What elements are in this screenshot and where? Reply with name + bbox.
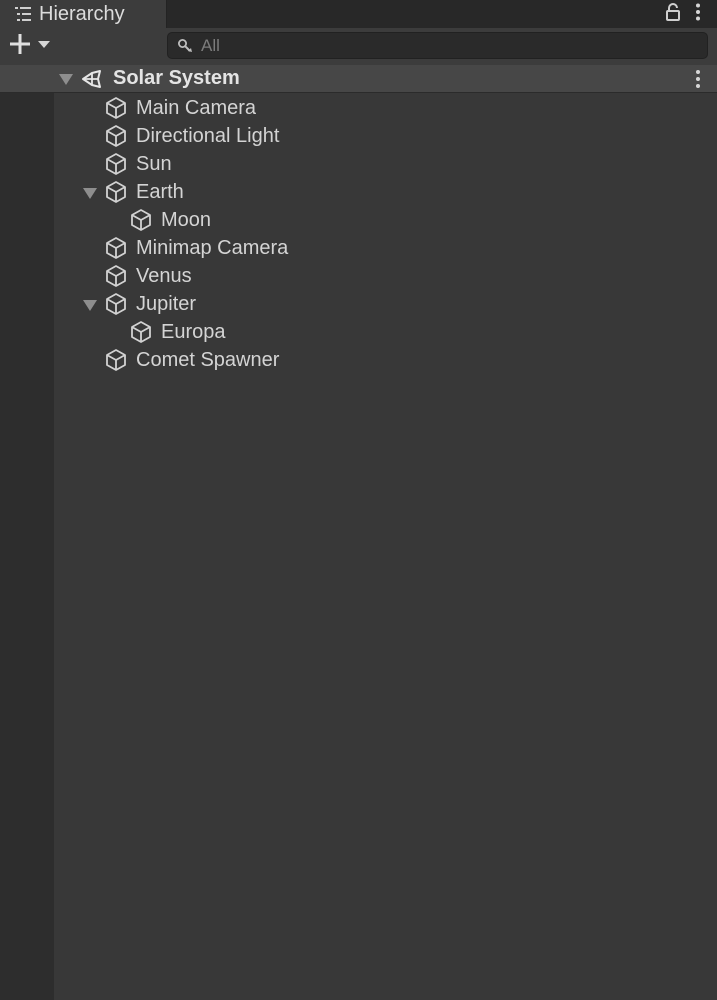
- item-label: Main Camera: [136, 96, 257, 119]
- item-label: Venus: [136, 264, 192, 287]
- search-field[interactable]: [167, 32, 708, 59]
- kebab-menu-icon[interactable]: [695, 69, 701, 89]
- item-label: Directional Light: [136, 124, 280, 147]
- item-label: Comet Spawner: [136, 348, 280, 371]
- window-tab-bar: Hierarchy: [0, 0, 717, 28]
- gameobject-cube-icon: [104, 264, 128, 288]
- item-label: Moon: [161, 208, 212, 231]
- item-label: Earth: [136, 180, 184, 203]
- fold-arrow-expanded-icon[interactable]: [59, 72, 73, 86]
- list-item[interactable]: Jupiter: [104, 290, 196, 318]
- item-label: Minimap Camera: [136, 236, 289, 259]
- list-item[interactable]: Sun: [104, 150, 172, 178]
- list-item[interactable]: Europa: [129, 318, 226, 346]
- tab-label: Hierarchy: [39, 2, 125, 25]
- gameobject-cube-icon: [104, 152, 128, 176]
- list-item[interactable]: Comet Spawner: [104, 346, 279, 374]
- list-item[interactable]: Moon: [129, 206, 211, 234]
- scene-name: Solar System: [113, 67, 240, 89]
- list-item[interactable]: Earth: [104, 178, 184, 206]
- item-label: Jupiter: [136, 292, 197, 315]
- gameobject-cube-icon: [104, 348, 128, 372]
- gameobject-cube-icon: [129, 320, 153, 344]
- list-item[interactable]: Venus: [104, 262, 192, 290]
- list-item[interactable]: Minimap Camera: [104, 234, 288, 262]
- gameobject-cube-icon: [104, 236, 128, 260]
- list-icon: [14, 5, 32, 23]
- fold-arrow-expanded-icon[interactable]: [83, 186, 97, 200]
- triangle-down-icon: [38, 37, 50, 55]
- gameobject-cube-icon: [104, 96, 128, 120]
- hierarchy-toolbar: [0, 28, 717, 65]
- hierarchy-gutter: [0, 65, 54, 1000]
- search-input[interactable]: [199, 34, 683, 57]
- gameobject-cube-icon: [104, 180, 128, 204]
- unity-scene-icon: [80, 67, 104, 96]
- gameobject-cube-icon: [129, 208, 153, 232]
- list-item[interactable]: Directional Light: [104, 122, 279, 150]
- scene-row[interactable]: Solar System: [0, 65, 717, 93]
- add-object-button[interactable]: [8, 32, 54, 61]
- gameobject-cube-icon: [104, 292, 128, 316]
- item-label: Europa: [161, 320, 226, 343]
- hierarchy-tree: Solar System Main Camera Directional Lig…: [0, 65, 717, 1000]
- gameobject-cube-icon: [104, 124, 128, 148]
- list-item[interactable]: Main Camera: [104, 94, 256, 122]
- plus-icon: [8, 32, 32, 61]
- kebab-menu-icon[interactable]: [695, 3, 701, 26]
- fold-arrow-expanded-icon[interactable]: [83, 298, 97, 312]
- item-label: Sun: [136, 152, 172, 175]
- lock-icon[interactable]: [665, 2, 681, 26]
- search-icon: [177, 38, 193, 54]
- tab-hierarchy[interactable]: Hierarchy: [0, 0, 167, 28]
